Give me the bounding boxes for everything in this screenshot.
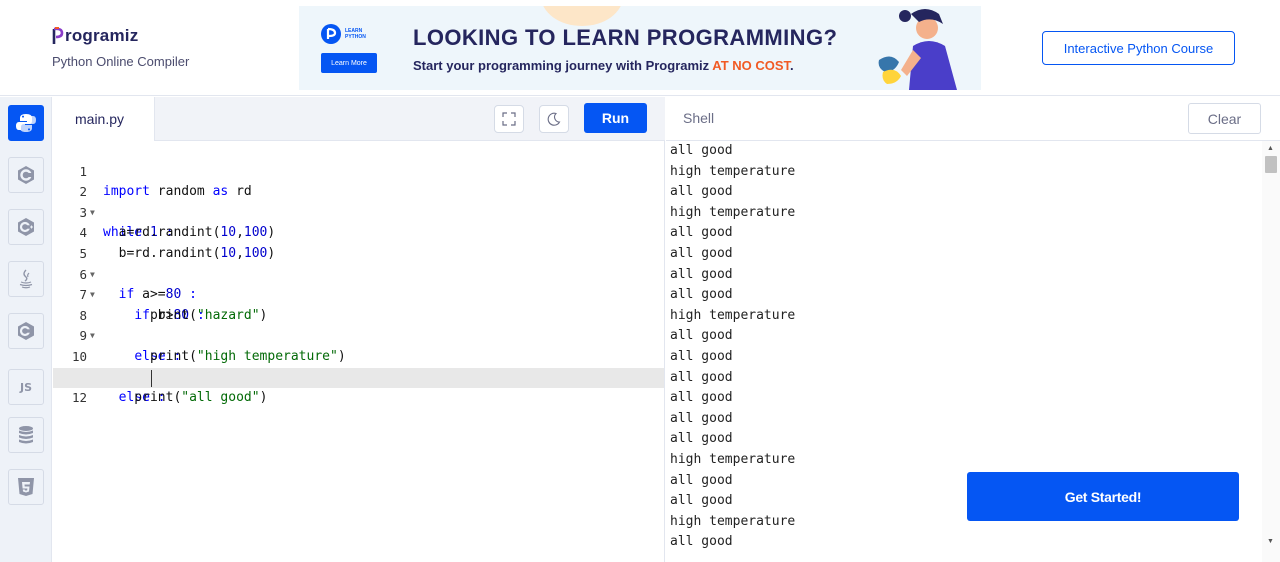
- output-line: high temperature: [670, 163, 796, 179]
- run-button[interactable]: Run: [584, 103, 647, 133]
- code-line: 3 a=rd.randint(10,100): [53, 182, 664, 241]
- tab-main-py[interactable]: main.py: [53, 97, 155, 141]
- sidebar-item-sql[interactable]: [8, 417, 44, 453]
- sidebar-item-python[interactable]: [8, 105, 44, 141]
- programiz-logo-icon: [52, 27, 64, 44]
- code-line: 9 print("high temperature"): [53, 306, 664, 364]
- code-line-active: 12: [53, 367, 664, 405]
- code-line: 5 ▼ if a>=80 :: [53, 223, 664, 302]
- output-line: all good: [670, 266, 733, 282]
- scroll-up-icon[interactable]: ▲: [1267, 145, 1274, 152]
- header: rogramiz Python Online Compiler LEARN PY…: [0, 0, 1280, 96]
- output-line: all good: [670, 143, 733, 158]
- output-line: all good: [670, 390, 733, 406]
- output-line: all good: [670, 184, 733, 200]
- output-line: all good: [670, 410, 733, 426]
- code-line: 2 ▼ while 1 :: [53, 162, 664, 240]
- output-line: all good: [670, 328, 733, 344]
- output-line: all good: [670, 348, 733, 364]
- code-editor[interactable]: 1 import random as rd 2 ▼ while 1 : 3 a=…: [53, 141, 665, 562]
- brand[interactable]: rogramiz Python Online Compiler: [52, 26, 189, 69]
- cpp-icon: [18, 218, 34, 236]
- learn-python-logo-icon: [321, 24, 341, 44]
- brand-logo[interactable]: rogramiz: [52, 26, 189, 46]
- c-icon: [18, 166, 34, 184]
- sidebar-item-java[interactable]: [8, 261, 44, 297]
- output-line: all good: [670, 431, 733, 447]
- output-line: high temperature: [670, 307, 796, 323]
- sidebar-item-cpp[interactable]: [8, 209, 44, 245]
- brand-subtitle: Python Online Compiler: [52, 54, 190, 69]
- line-number: 12: [71, 390, 87, 406]
- editor-toolbar: main.py Run: [53, 97, 665, 141]
- scrollbar-thumb[interactable]: [1265, 156, 1277, 173]
- ad-decoration: [541, 6, 623, 26]
- output-line: high temperature: [670, 451, 796, 467]
- code-line: 4 b=rd.randint(10,100): [53, 203, 664, 261]
- database-icon: [19, 426, 33, 444]
- python-icon: [16, 114, 36, 132]
- brand-name-text: rogramiz: [65, 26, 139, 45]
- output-line: all good: [670, 287, 733, 303]
- moon-icon: [547, 112, 561, 126]
- csharp-icon: [18, 322, 34, 340]
- ad-title: LOOKING TO LEARN PROGRAMMING?: [413, 25, 838, 50]
- ad-logo: LEARN PYTHON: [321, 23, 377, 45]
- shell-title: Shell: [683, 110, 715, 126]
- ad-illustration-person: [878, 9, 957, 90]
- code-line: 10 ▼ else :: [53, 326, 664, 405]
- scroll-down-icon[interactable]: ▼: [1267, 538, 1274, 545]
- code-line: 1 import random as rd: [53, 141, 664, 200]
- ad-banner[interactable]: LEARN PYTHON Learn More LOOKING TO LEARN…: [299, 6, 981, 90]
- sidebar-item-csharp[interactable]: [8, 313, 44, 349]
- output-line: all good: [670, 369, 733, 385]
- output-line: high temperature: [670, 204, 796, 220]
- get-started-button[interactable]: Get Started!: [967, 472, 1239, 521]
- output-line: all good: [670, 534, 733, 550]
- shell-toolbar: Shell Clear: [666, 97, 1280, 141]
- clear-button[interactable]: Clear: [1188, 103, 1261, 134]
- text-cursor: [151, 369, 152, 387]
- sidebar-item-javascript[interactable]: JS: [8, 369, 44, 405]
- ad-badge: LEARN PYTHON Learn More: [321, 23, 377, 77]
- fullscreen-icon: [502, 112, 516, 126]
- code-line: 11 print("all good"): [53, 347, 664, 406]
- dark-mode-button[interactable]: [539, 105, 569, 133]
- code-line: 7 print("hazard"): [53, 265, 664, 323]
- ad-learn-more-button[interactable]: Learn More: [321, 53, 377, 73]
- ad-subtitle: Start your programming journey with Prog…: [413, 58, 794, 73]
- code-line: 6 ▼ if b>80 :: [53, 244, 664, 323]
- sidebar-item-c[interactable]: [8, 157, 44, 193]
- html5-icon: [18, 478, 34, 496]
- java-icon: [19, 269, 33, 289]
- ad-logo-text: LEARN PYTHON: [345, 28, 366, 40]
- shell-scrollbar[interactable]: ▲ ▼: [1262, 141, 1280, 562]
- language-sidebar: JS: [0, 97, 52, 562]
- interactive-python-course-button[interactable]: Interactive Python Course: [1042, 31, 1235, 65]
- code-text: print("all good"): [103, 390, 268, 406]
- fullscreen-button[interactable]: [494, 105, 524, 133]
- code-line: 8 ▼ else :: [53, 285, 664, 364]
- javascript-icon: JS: [19, 380, 32, 394]
- output-line: all good: [670, 245, 733, 261]
- sidebar-item-html[interactable]: [8, 469, 44, 505]
- output-line: all good: [670, 225, 733, 241]
